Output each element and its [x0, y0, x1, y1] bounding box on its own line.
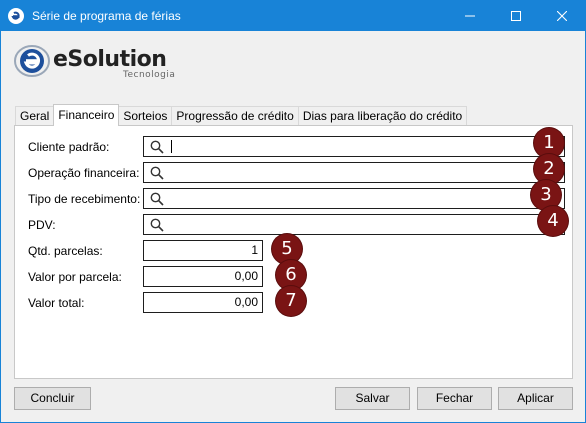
minimize-button[interactable] [447, 1, 493, 31]
cliente-padrao-label: Cliente padrão: [28, 140, 110, 154]
operacao-financeira-label: Operação financeira: [28, 166, 140, 180]
valor-total-input[interactable]: 0,00 [143, 292, 263, 313]
valor-total-value: 0,00 [234, 295, 258, 309]
text-cursor [171, 140, 172, 153]
maximize-button[interactable] [493, 1, 539, 31]
tab-strip: Geral Financeiro Sorteios Progressão de … [15, 104, 468, 126]
logo-subtitle: Tecnologia [123, 70, 176, 80]
tipo-recebimento-field[interactable] [143, 188, 565, 209]
window-title: Série de programa de férias [32, 9, 181, 23]
dialog-window: Série de programa de férias eSolution Te… [0, 0, 586, 423]
close-button[interactable] [539, 1, 585, 31]
valor-total-label: Valor total: [28, 296, 85, 310]
operacao-financeira-field[interactable] [143, 162, 565, 183]
tab-progressao-credito[interactable]: Progressão de crédito [171, 106, 299, 126]
salvar-button[interactable]: Salvar [335, 387, 410, 410]
title-bar[interactable]: Série de programa de férias [1, 1, 585, 31]
valor-parcela-input[interactable]: 0,00 [143, 266, 263, 287]
callout-badge-4: 4 [538, 206, 568, 236]
search-icon [150, 140, 164, 154]
search-icon [150, 166, 164, 180]
tab-sorteios[interactable]: Sorteios [118, 106, 173, 126]
pdv-label: PDV: [28, 218, 56, 232]
maximize-icon [511, 11, 521, 21]
close-icon [557, 11, 567, 21]
financeiro-panel: Cliente padrão: Operação financeira: Tip… [14, 125, 573, 379]
dialog-content: eSolution Tecnologia Geral Financeiro So… [1, 31, 585, 422]
tipo-recebimento-label: Tipo de recebimento: [28, 192, 141, 206]
minimize-icon [465, 15, 475, 17]
pdv-field[interactable] [143, 214, 565, 235]
qtd-parcelas-input[interactable]: 1 [143, 240, 263, 261]
esolution-logo-icon [14, 45, 50, 77]
qtd-parcelas-label: Qtd. parcelas: [28, 244, 103, 258]
valor-parcela-value: 0,00 [234, 269, 258, 283]
app-icon [8, 8, 24, 24]
concluir-button[interactable]: Concluir [14, 387, 91, 410]
search-icon [150, 218, 164, 232]
tab-geral[interactable]: Geral [15, 106, 55, 126]
fechar-button[interactable]: Fechar [417, 387, 492, 410]
logo-brand: eSolution [53, 47, 167, 72]
esolution-logo: eSolution Tecnologia [13, 43, 193, 80]
cliente-padrao-field[interactable] [143, 136, 565, 157]
qtd-parcelas-value: 1 [251, 243, 258, 257]
tab-dias-liberacao-credito[interactable]: Dias para liberação do crédito [297, 106, 468, 126]
callout-badge-7: 7 [276, 286, 306, 316]
tab-financeiro[interactable]: Financeiro [53, 104, 120, 126]
search-icon [150, 192, 164, 206]
aplicar-button[interactable]: Aplicar [498, 387, 573, 410]
valor-parcela-label: Valor por parcela: [28, 270, 122, 284]
